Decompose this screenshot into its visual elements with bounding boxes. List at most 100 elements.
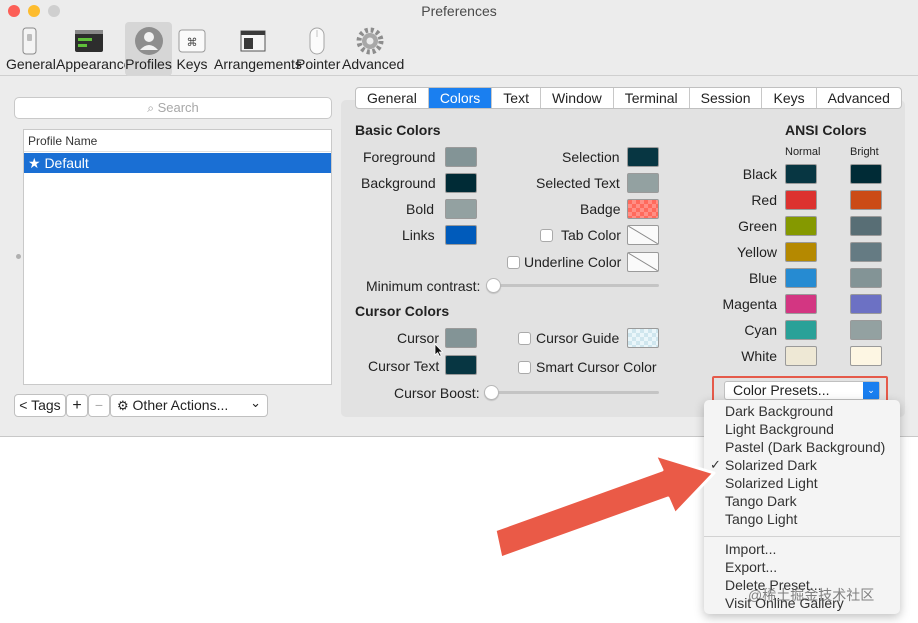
selection-label: Selection xyxy=(562,149,620,165)
toolbar-general[interactable]: General xyxy=(6,22,56,76)
foreground-color-well[interactable] xyxy=(445,147,477,167)
general-switch-icon xyxy=(22,27,37,55)
toolbar-advanced[interactable]: Advanced xyxy=(342,22,404,76)
preset-menu-item[interactable]: Pastel (Dark Background) xyxy=(725,439,885,455)
color-presets-menu: Dark Background Light Background Pastel (D… xyxy=(704,400,900,614)
tab-keys[interactable]: Keys xyxy=(762,88,817,108)
ansi-red-normal-color-well[interactable] xyxy=(785,190,817,210)
preset-menu-item[interactable]: Light Background xyxy=(725,421,834,437)
foreground-label: Foreground xyxy=(363,149,436,165)
cursor-colors-heading: Cursor Colors xyxy=(355,303,450,319)
svg-text:⌘: ⌘ xyxy=(187,36,198,49)
selected-text-color-well[interactable] xyxy=(627,173,659,193)
minimum-contrast-slider[interactable] xyxy=(487,284,659,287)
ansi-white-normal-color-well[interactable] xyxy=(785,346,817,366)
ansi-blue-label: Blue xyxy=(748,270,777,286)
close-window-button[interactable] xyxy=(8,5,20,17)
links-label: Links xyxy=(402,227,435,243)
ansi-black-label: Black xyxy=(742,166,777,182)
underline-color-well[interactable] xyxy=(627,252,659,272)
tab-window[interactable]: Window xyxy=(541,88,614,108)
ansi-yellow-bright-color-well[interactable] xyxy=(850,242,882,262)
zoom-window-button[interactable] xyxy=(48,5,60,17)
links-color-well[interactable] xyxy=(445,225,477,245)
color-presets-dropdown[interactable]: Color Presets... ⌄ xyxy=(724,381,880,400)
ansi-bright-header: Bright xyxy=(850,146,879,158)
tab-color-label: Tab Color xyxy=(561,227,621,243)
other-actions-button[interactable]: ⚙ Other Actions... ⌄ xyxy=(110,394,268,417)
toolbar-appearance[interactable]: Appearance xyxy=(56,22,132,76)
ansi-magenta-label: Magenta xyxy=(722,296,777,312)
ansi-magenta-normal-color-well[interactable] xyxy=(785,294,817,314)
ansi-green-normal-color-well[interactable] xyxy=(785,216,817,236)
tags-button[interactable]: < Tags xyxy=(14,394,66,417)
cursor-text-color-well[interactable] xyxy=(445,355,477,375)
remove-profile-button[interactable]: − xyxy=(88,394,110,417)
ansi-black-bright-color-well[interactable] xyxy=(850,164,882,184)
preset-menu-item[interactable]: Solarized Dark xyxy=(725,457,817,473)
profile-search-input[interactable]: ⌕ Search xyxy=(14,97,332,119)
ansi-black-normal-color-well[interactable] xyxy=(785,164,817,184)
add-profile-button[interactable]: + xyxy=(66,394,88,417)
ansi-white-bright-color-well[interactable] xyxy=(850,346,882,366)
ansi-colors-heading: ANSI Colors xyxy=(785,122,867,138)
cursor-boost-slider[interactable] xyxy=(485,391,659,394)
ansi-yellow-label: Yellow xyxy=(737,244,777,260)
cursor-guide-checkbox[interactable] xyxy=(518,332,531,345)
ansi-blue-normal-color-well[interactable] xyxy=(785,268,817,288)
selection-color-well[interactable] xyxy=(627,147,659,167)
bold-color-well[interactable] xyxy=(445,199,477,219)
tab-general[interactable]: General xyxy=(356,88,429,108)
badge-color-well[interactable] xyxy=(627,199,659,219)
toolbar-keys[interactable]: ⌘ Keys xyxy=(176,22,208,76)
preferences-toolbar: General Appearance Profiles ⌘ Keys Arran… xyxy=(0,22,918,76)
cursor-color-well[interactable] xyxy=(445,328,477,348)
minimum-contrast-slider-knob[interactable] xyxy=(486,278,501,293)
preset-action-item[interactable]: Export... xyxy=(725,559,777,575)
tab-session[interactable]: Session xyxy=(690,88,763,108)
smart-cursor-color-label: Smart Cursor Color xyxy=(536,359,657,375)
profile-row-default[interactable]: ★ Default xyxy=(24,153,331,173)
minimize-window-button[interactable] xyxy=(28,5,40,17)
toolbar-profiles[interactable]: Profiles xyxy=(125,22,172,76)
ansi-cyan-normal-color-well[interactable] xyxy=(785,320,817,340)
tab-terminal[interactable]: Terminal xyxy=(614,88,690,108)
toolbar-arrangements[interactable]: Arrangements xyxy=(214,22,302,76)
ansi-green-label: Green xyxy=(738,218,777,234)
profile-tabs: General Colors Text Window Terminal Sess… xyxy=(355,87,902,109)
keys-command-icon: ⌘ xyxy=(178,29,206,53)
cursor-text-label: Cursor Text xyxy=(368,358,440,374)
checkmark-icon: ✓ xyxy=(710,457,721,472)
cursor-guide-color-well[interactable] xyxy=(627,328,659,348)
toolbar-pointer[interactable]: Pointer xyxy=(296,22,340,76)
tab-color-checkbox[interactable] xyxy=(540,229,553,242)
cursor-boost-slider-knob[interactable] xyxy=(484,385,499,400)
profile-name-column-header[interactable]: Profile Name xyxy=(24,130,331,152)
underline-color-label: Underline Color xyxy=(524,254,622,270)
ansi-blue-bright-color-well[interactable] xyxy=(850,268,882,288)
preset-menu-item[interactable]: Tango Light xyxy=(725,511,797,527)
ansi-red-label: Red xyxy=(751,192,777,208)
tab-advanced[interactable]: Advanced xyxy=(817,88,901,108)
preset-menu-item[interactable]: Solarized Light xyxy=(725,475,818,491)
preset-menu-item[interactable]: Dark Background xyxy=(725,403,833,419)
preset-action-item[interactable]: Import... xyxy=(725,541,776,557)
ansi-yellow-normal-color-well[interactable] xyxy=(785,242,817,262)
split-handle-icon[interactable] xyxy=(16,254,21,259)
ansi-green-bright-color-well[interactable] xyxy=(850,216,882,236)
ansi-magenta-bright-color-well[interactable] xyxy=(850,294,882,314)
ansi-red-bright-color-well[interactable] xyxy=(850,190,882,210)
smart-cursor-color-checkbox[interactable] xyxy=(518,361,531,374)
preset-menu-item[interactable]: Tango Dark xyxy=(725,493,797,509)
background-label: Background xyxy=(361,175,436,191)
tab-colors[interactable]: Colors xyxy=(428,88,493,108)
profiles-person-icon xyxy=(134,27,163,55)
arrangements-windows-icon xyxy=(240,30,266,52)
background-color-well[interactable] xyxy=(445,173,477,193)
menu-separator xyxy=(704,536,900,537)
tab-text[interactable]: Text xyxy=(492,88,541,108)
ansi-cyan-bright-color-well[interactable] xyxy=(850,320,882,340)
underline-color-checkbox[interactable] xyxy=(507,256,520,269)
ansi-normal-header: Normal xyxy=(785,146,821,158)
tab-color-well[interactable] xyxy=(627,225,659,245)
